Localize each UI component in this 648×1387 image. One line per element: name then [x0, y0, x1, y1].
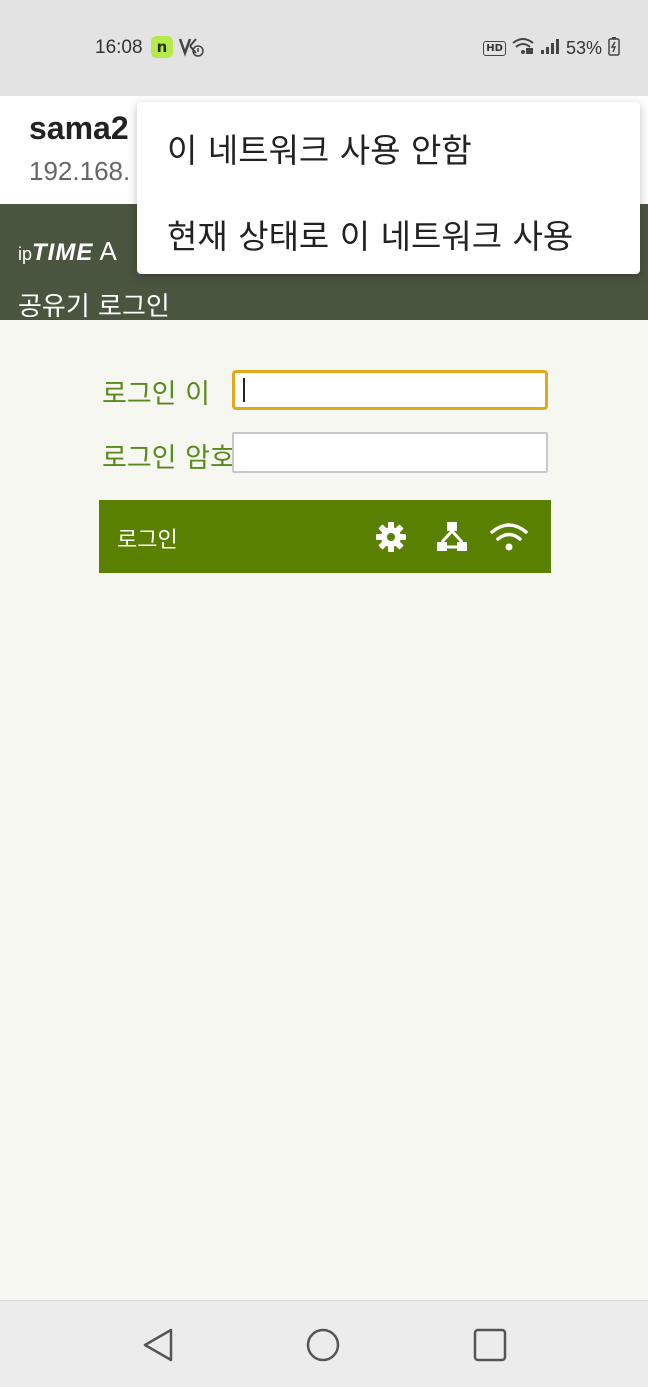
menu-item-do-not-use-network[interactable]: 이 네트워크 사용 안함: [167, 124, 472, 172]
gear-icon[interactable]: [373, 520, 409, 554]
home-icon[interactable]: [303, 1325, 343, 1365]
vpn-notification-icon: [178, 36, 204, 58]
text-caret: [243, 378, 245, 402]
back-icon[interactable]: [139, 1325, 179, 1365]
overflow-popup-menu: 이 네트워크 사용 안함 현재 상태로 이 네트워크 사용: [137, 102, 640, 274]
login-password-label: 로그인 암호: [102, 443, 235, 474]
page-subtitle: 공유기 로그인: [18, 292, 170, 322]
status-right-group: HD 53%: [483, 36, 620, 60]
network-name: sama2: [29, 110, 129, 146]
status-bar: 16:08 n HD 53%: [0, 0, 648, 96]
wifi-icon[interactable]: [489, 520, 528, 554]
status-time: 16:08: [95, 37, 143, 58]
logo-brand: TIME: [32, 239, 94, 266]
network-topology-icon[interactable]: [434, 520, 470, 554]
login-id-label: 로그인 이: [102, 379, 210, 410]
recent-apps-icon[interactable]: [470, 1325, 510, 1365]
app-notification-icon: n: [151, 36, 173, 58]
login-bar: 로그인: [99, 500, 551, 573]
system-navigation-bar: [0, 1300, 648, 1387]
login-id-input[interactable]: [232, 370, 548, 410]
battery-percent: 53%: [565, 37, 602, 58]
iptime-logo: ipTIME A: [18, 236, 117, 267]
hd-voice-icon: HD: [483, 40, 506, 56]
wifi-signal-icon: [512, 37, 534, 59]
battery-icon: [608, 36, 620, 60]
menu-item-use-network-as-is[interactable]: 현재 상태로 이 네트워크 사용: [167, 210, 573, 258]
login-password-input[interactable]: [232, 432, 548, 473]
logo-prefix: ip: [18, 244, 33, 264]
logo-rest: A: [99, 236, 117, 266]
network-ip: 192.168.: [29, 156, 131, 186]
login-button[interactable]: 로그인: [117, 522, 178, 554]
cell-signal-icon: [540, 37, 560, 59]
